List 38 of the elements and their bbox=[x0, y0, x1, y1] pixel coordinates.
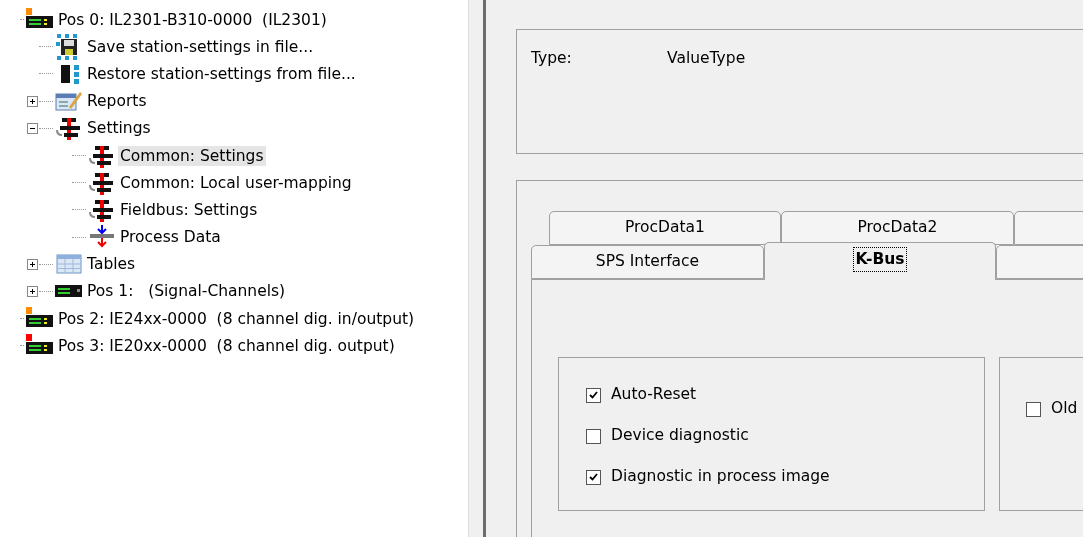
checkmark-icon bbox=[589, 391, 598, 399]
tab[interactable]: K-Bus bbox=[764, 242, 996, 280]
tab[interactable]: ProcData1 bbox=[549, 211, 781, 245]
expand-toggle[interactable] bbox=[27, 258, 38, 270]
tree-item[interactable]: Process Data bbox=[118, 227, 223, 248]
type-value: ValueType bbox=[667, 48, 746, 69]
expand-toggle[interactable] bbox=[27, 285, 38, 297]
checkbox-label: Auto-Reset bbox=[611, 384, 697, 406]
checkbox-label: Diagnostic in process image bbox=[611, 466, 830, 488]
tree-item[interactable]: Pos 2: IE24xx-0000 (8 channel dig. in/output) bbox=[56, 308, 417, 329]
tree-item[interactable]: Pos 0: IL2301-B310-0000 (IL2301) bbox=[56, 9, 329, 30]
tree-item[interactable]: Restore station-settings from file... bbox=[85, 63, 358, 84]
collapse-toggle[interactable] bbox=[27, 122, 38, 134]
tree-item[interactable]: Reports bbox=[85, 91, 149, 112]
checkbox[interactable] bbox=[586, 469, 601, 485]
checkbox[interactable] bbox=[1026, 401, 1041, 417]
tree-item[interactable]: Pos 1: (Signal-Channels) bbox=[85, 281, 288, 302]
splitter[interactable] bbox=[468, 0, 486, 537]
report-icon bbox=[55, 90, 83, 113]
table-icon bbox=[56, 253, 82, 276]
checkbox[interactable] bbox=[586, 387, 601, 403]
checkbox-label: Device diagnostic bbox=[611, 425, 749, 447]
tab[interactable]: ProcData2 bbox=[781, 211, 1014, 245]
module-icon bbox=[55, 284, 83, 299]
tree-item[interactable]: Pos 3: IE20xx-0000 (8 channel dig. output) bbox=[56, 335, 397, 356]
tree-item[interactable]: Settings bbox=[85, 118, 153, 139]
tree-item[interactable]: Fieldbus: Settings bbox=[118, 199, 260, 220]
tree-item[interactable]: Common: Local user-mapping bbox=[118, 172, 354, 193]
expand-toggle[interactable] bbox=[27, 95, 38, 107]
checkbox-label: Old bbox=[1051, 398, 1078, 420]
checkmark-icon bbox=[589, 473, 598, 481]
tree-item[interactable]: Tables bbox=[85, 254, 138, 275]
tree-item[interactable]: Common: Settings bbox=[118, 145, 266, 166]
tab[interactable]: SPS Interface bbox=[531, 245, 764, 279]
checkbox[interactable] bbox=[586, 428, 601, 444]
tools-icon bbox=[56, 115, 82, 142]
type-label: Type: bbox=[531, 48, 573, 69]
tree-item[interactable]: Save station-settings in file... bbox=[85, 36, 316, 57]
